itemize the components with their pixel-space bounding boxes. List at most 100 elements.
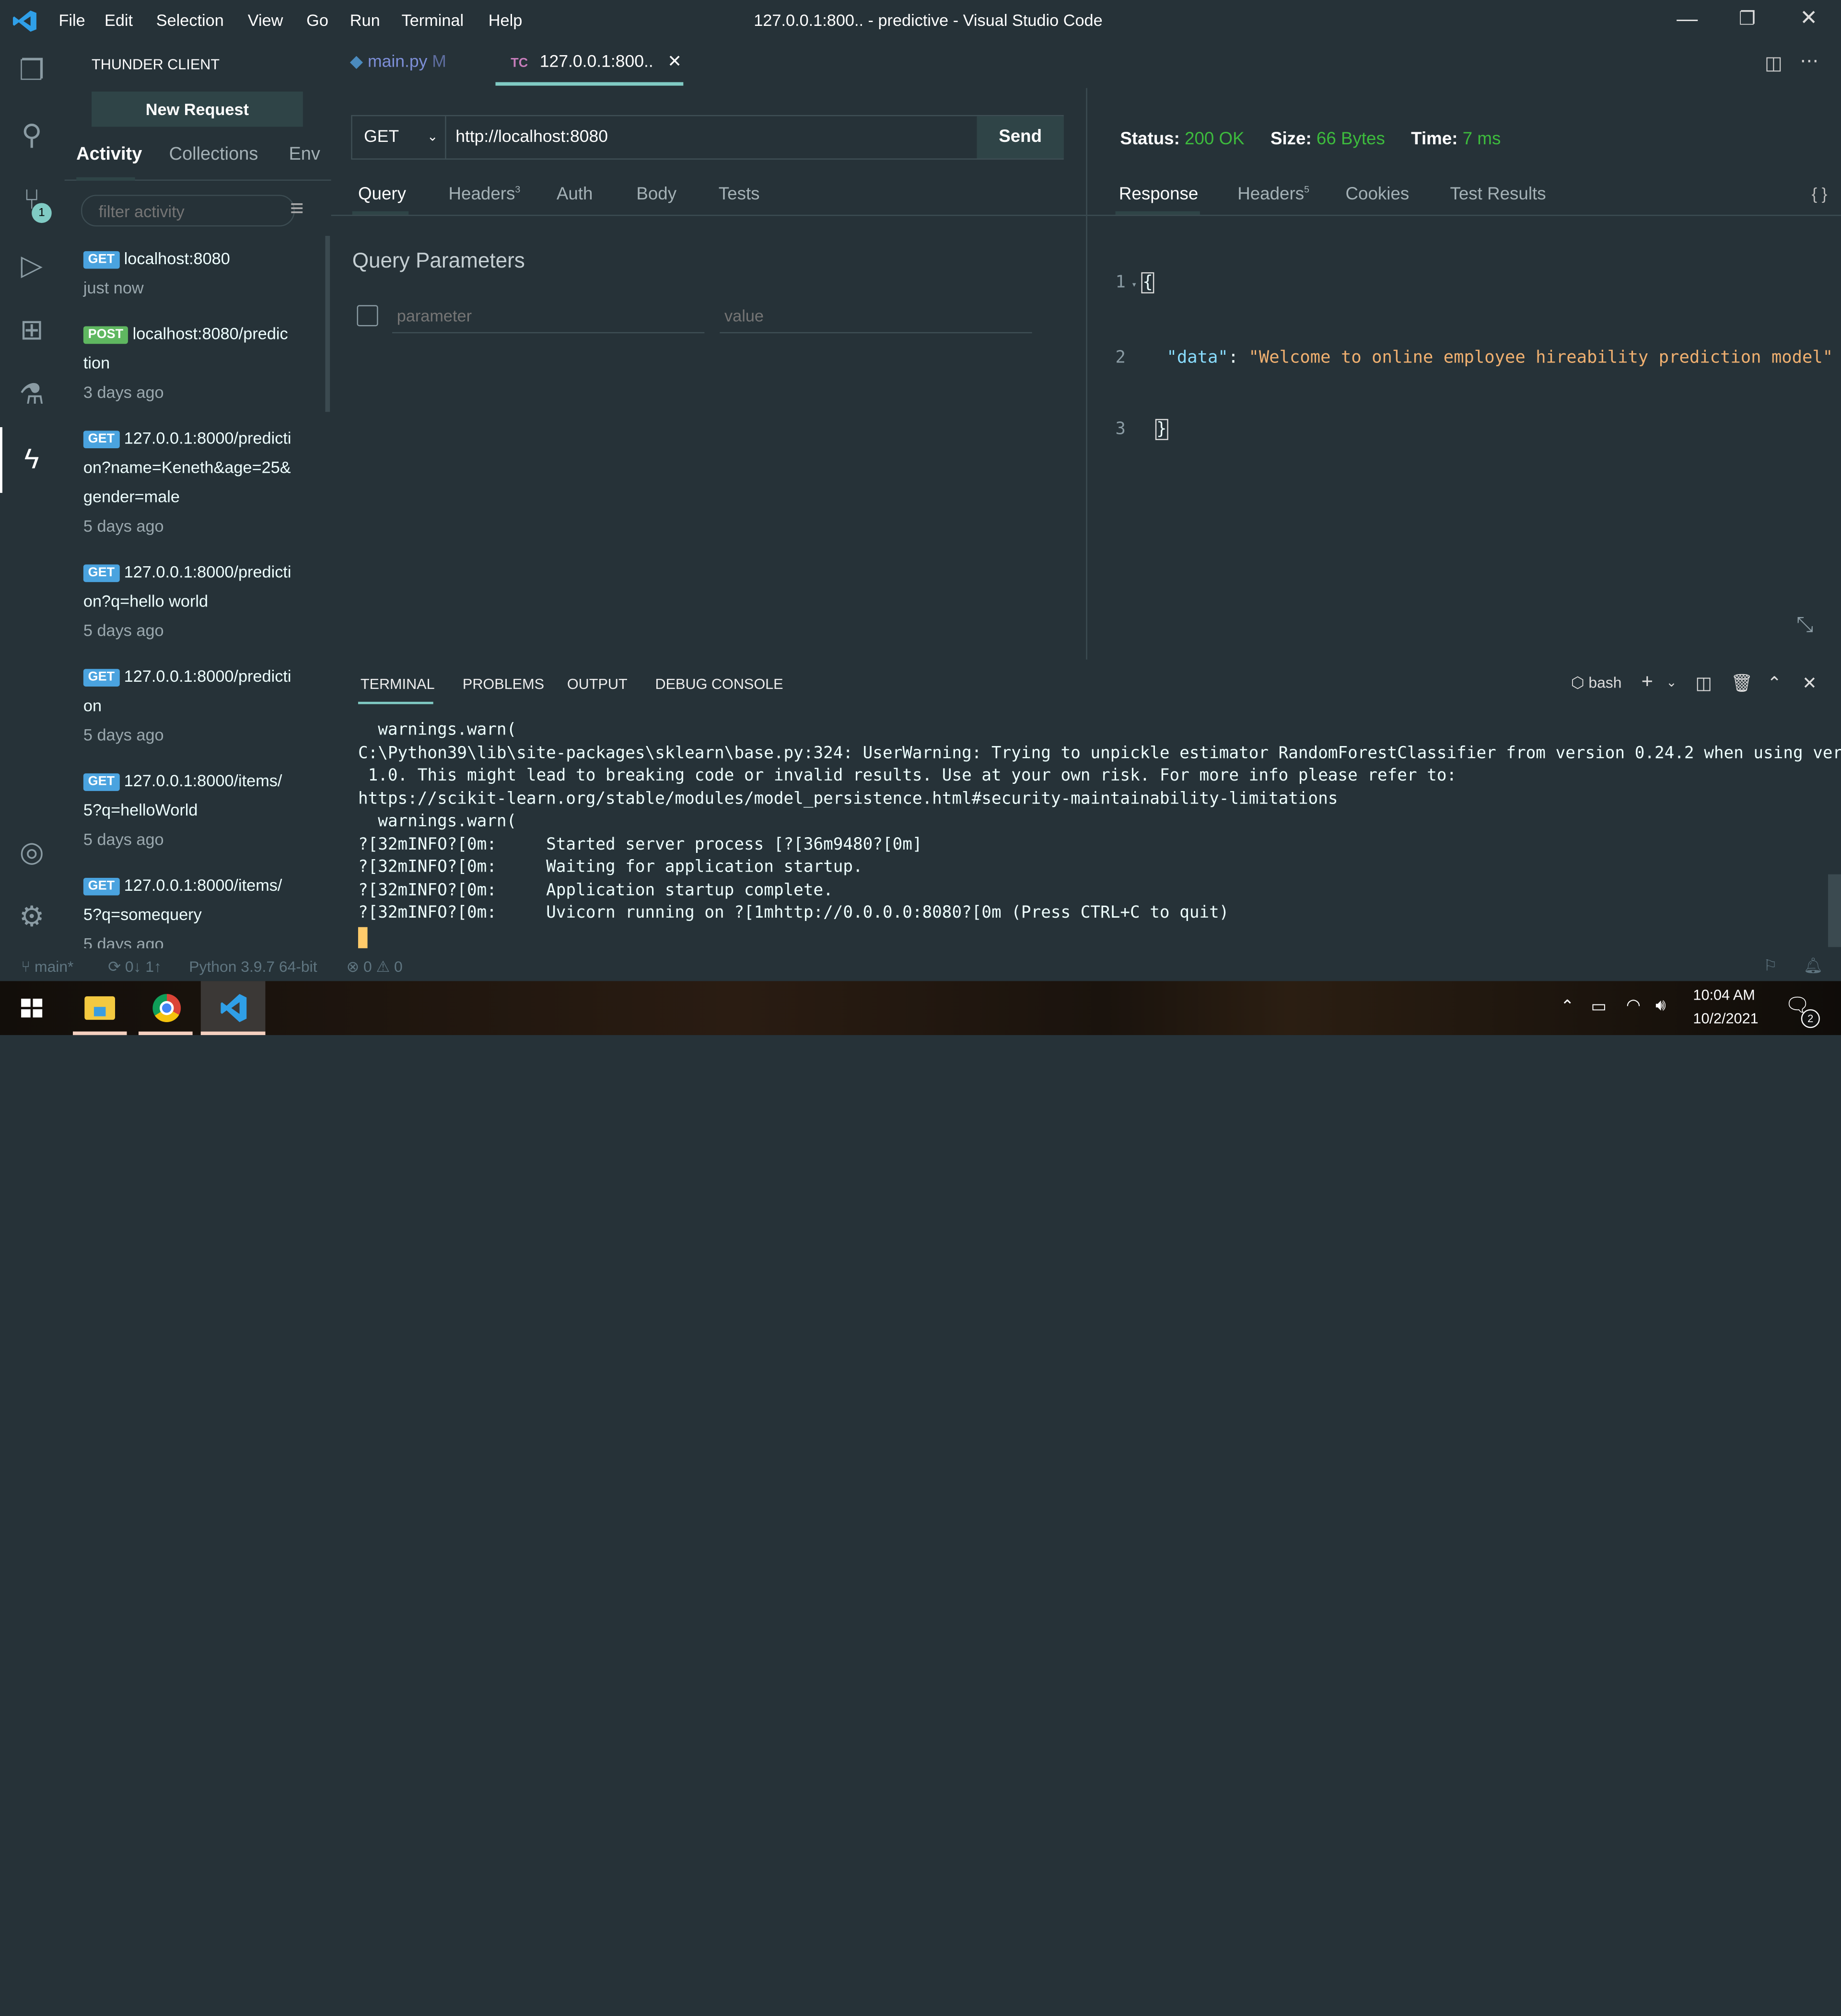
volume-icon[interactable]: 🔊︎ bbox=[1655, 995, 1666, 1015]
menu-edit[interactable]: Edit bbox=[105, 11, 133, 29]
menu-run[interactable]: Run bbox=[350, 11, 380, 29]
terminal-scrollbar[interactable] bbox=[1828, 874, 1841, 947]
activity-item[interactable]: GET localhost:8080 just now bbox=[83, 244, 318, 303]
terminal-line: 1.0. This might lead to breaking code or… bbox=[358, 766, 1457, 785]
run-debug-icon[interactable]: ▷ bbox=[14, 249, 49, 284]
tab-output[interactable]: OUTPUT bbox=[567, 676, 628, 692]
branch-name: main* bbox=[35, 957, 74, 976]
menu-go[interactable]: Go bbox=[306, 11, 328, 29]
activity-item[interactable]: GET 127.0.0.1:8000/predicti on?q=hello wor… bbox=[83, 558, 318, 646]
activity-item[interactable]: GET 127.0.0.1:8000/predicti on?name=Keneth… bbox=[83, 424, 318, 541]
vscode-taskbar-button[interactable] bbox=[200, 981, 266, 1035]
size-label: Size: bbox=[1270, 129, 1312, 149]
tab-response[interactable]: Response bbox=[1119, 184, 1198, 204]
testing-icon[interactable]: ⚗ bbox=[14, 378, 49, 413]
search-icon[interactable]: ⚲ bbox=[14, 118, 49, 153]
activity-item[interactable]: GET 127.0.0.1:8000/items/5?q=somequery 5 d… bbox=[83, 871, 318, 948]
new-request-button[interactable]: New Request bbox=[92, 91, 303, 127]
tab-query[interactable]: Query bbox=[358, 184, 406, 204]
split-editor-icon[interactable]: ◫ bbox=[1765, 52, 1783, 75]
trash-icon[interactable]: 🗑 bbox=[1731, 673, 1753, 694]
account-icon[interactable]: ◎ bbox=[14, 836, 49, 871]
json-key: "data" bbox=[1166, 348, 1228, 367]
url-input[interactable]: http://localhost:8080 bbox=[455, 116, 608, 158]
explorer-icon[interactable]: ❐ bbox=[14, 54, 49, 89]
tab-problems[interactable]: PROBLEMS bbox=[463, 676, 544, 692]
feedback-icon[interactable]: ⚐ bbox=[1763, 956, 1777, 975]
request-time: 5 days ago bbox=[83, 620, 164, 640]
close-window-icon[interactable]: ✕ bbox=[1800, 6, 1818, 30]
line-number: 3 bbox=[1115, 420, 1126, 439]
terminal-line: ?[32mINFO?[0m: Started server process [?… bbox=[358, 835, 922, 854]
restore-icon[interactable]: ❐ bbox=[1739, 7, 1756, 31]
bash-shell-selector[interactable]: ⬡ bash bbox=[1571, 674, 1622, 692]
minimize-icon[interactable]: — bbox=[1677, 7, 1698, 32]
request-time: 5 days ago bbox=[83, 516, 164, 536]
expand-icon[interactable]: ⤡ bbox=[1796, 613, 1813, 637]
clock-date[interactable]: 10/2/2021 bbox=[1693, 1011, 1758, 1027]
wifi-icon[interactable]: ◠ bbox=[1626, 995, 1641, 1015]
more-actions-icon[interactable]: ⋯ bbox=[1800, 49, 1818, 73]
close-panel-icon[interactable]: ✕ bbox=[1802, 673, 1817, 694]
terminal-output[interactable]: warnings.warn(C:\Python39\lib\site-packa… bbox=[358, 720, 1841, 926]
tab-test-results[interactable]: Test Results bbox=[1450, 184, 1546, 204]
line-number: 2 bbox=[1115, 348, 1126, 367]
sort-menu-icon[interactable]: ≡ bbox=[290, 196, 304, 223]
activity-item[interactable]: GET 127.0.0.1:8000/predicti on 5 days ago bbox=[83, 662, 318, 750]
active-indicator bbox=[0, 427, 2, 493]
extensions-icon[interactable]: ⊞ bbox=[14, 314, 49, 349]
tab-env[interactable]: Env bbox=[289, 144, 320, 165]
pane-splitter[interactable] bbox=[1086, 88, 1087, 660]
clock-time[interactable]: 10:04 AM bbox=[1693, 987, 1755, 1003]
chevron-down-icon[interactable]: ⌄ bbox=[1666, 675, 1677, 690]
branch-status[interactable]: ⑂ main* bbox=[21, 957, 73, 975]
tab-main-py[interactable]: ◆ main.py M bbox=[350, 53, 446, 71]
notifications-bell-icon[interactable]: 🔔︎ bbox=[1804, 956, 1823, 975]
value-input[interactable] bbox=[720, 298, 1032, 334]
tab-body[interactable]: Body bbox=[636, 184, 676, 204]
tab-debug-console[interactable]: DEBUG CONSOLE bbox=[655, 676, 783, 692]
filter-activity-input[interactable] bbox=[81, 195, 295, 227]
parameter-input[interactable] bbox=[392, 298, 705, 334]
tab-cookies[interactable]: Cookies bbox=[1346, 184, 1410, 204]
tab-tests[interactable]: Tests bbox=[719, 184, 760, 204]
sync-status[interactable]: ⟳ 0↓ 1↑ bbox=[108, 957, 162, 976]
error-count: 0 bbox=[363, 957, 372, 976]
tab-activity[interactable]: Activity bbox=[76, 144, 142, 165]
new-terminal-icon[interactable]: + bbox=[1642, 670, 1653, 694]
python-interpreter[interactable]: Python 3.9.7 64-bit bbox=[189, 957, 317, 975]
tab-response-headers[interactable]: Headers5 bbox=[1237, 184, 1309, 204]
battery-icon[interactable]: ▭ bbox=[1591, 996, 1606, 1016]
tab-auth[interactable]: Auth bbox=[557, 184, 593, 204]
close-tab-icon[interactable]: ✕ bbox=[667, 53, 682, 71]
request-url: 127.0.0.1:8000/predicti bbox=[124, 666, 291, 686]
status-label: Status: bbox=[1120, 129, 1180, 149]
send-button[interactable]: Send bbox=[977, 116, 1064, 159]
tab-thunder-request[interactable]: TC 127.0.0.1:800.. ✕ bbox=[499, 53, 682, 71]
menu-terminal[interactable]: Terminal bbox=[402, 11, 464, 29]
show-hidden-icons-chevron-icon[interactable]: ⌃ bbox=[1561, 996, 1574, 1016]
method-select[interactable]: GET ⌄ bbox=[352, 116, 446, 159]
start-windows-icon[interactable] bbox=[21, 999, 43, 1018]
param-checkbox[interactable] bbox=[357, 305, 378, 326]
split-terminal-icon[interactable]: ◫ bbox=[1695, 673, 1712, 694]
sidebar-scrollbar[interactable] bbox=[325, 236, 330, 412]
activity-item[interactable]: POST localhost:8080/predic tion 3 days ago bbox=[83, 319, 318, 408]
menu-file[interactable]: File bbox=[58, 11, 85, 29]
request-url: on bbox=[83, 696, 102, 715]
chrome-icon[interactable] bbox=[152, 994, 181, 1023]
thunder-client-icon[interactable]: ϟ bbox=[14, 443, 49, 478]
format-json-icon[interactable]: { } bbox=[1812, 184, 1827, 203]
tab-collections[interactable]: Collections bbox=[169, 144, 258, 165]
file-explorer-icon[interactable] bbox=[84, 996, 116, 1020]
settings-gear-icon[interactable]: ⚙ bbox=[14, 900, 49, 935]
menu-selection[interactable]: Selection bbox=[156, 11, 224, 29]
activity-item[interactable]: GET 127.0.0.1:8000/items/5?q=helloWorld 5 … bbox=[83, 766, 318, 854]
status-value: 200 OK bbox=[1185, 129, 1245, 149]
menu-view[interactable]: View bbox=[248, 11, 283, 29]
problems-status[interactable]: ⊗ 0 ⚠ 0 bbox=[346, 957, 402, 976]
tab-headers[interactable]: Headers3 bbox=[449, 184, 521, 204]
tab-terminal[interactable]: TERMINAL bbox=[361, 676, 435, 692]
maximize-panel-icon[interactable]: ⌃ bbox=[1767, 673, 1782, 694]
menu-help[interactable]: Help bbox=[489, 11, 523, 29]
